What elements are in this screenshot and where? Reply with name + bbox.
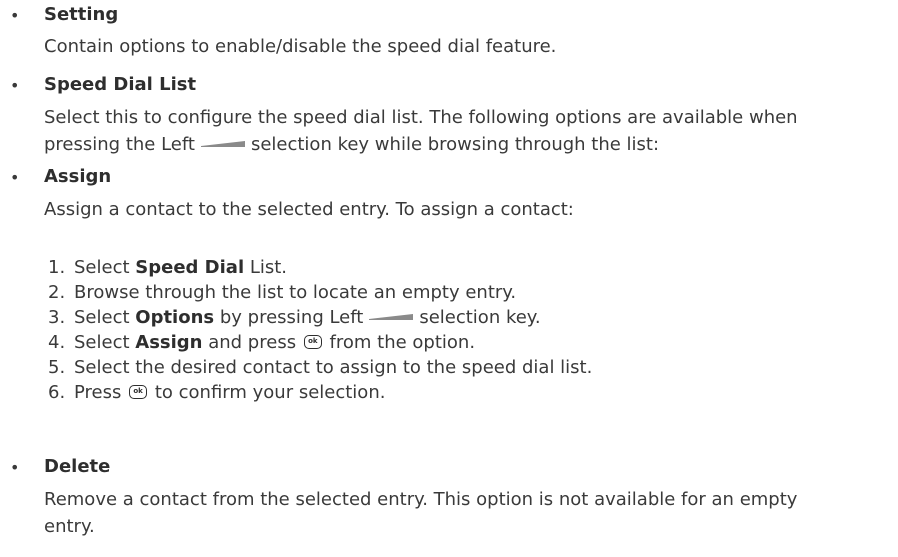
step-item: 4. Select Assign and press ok from the op… (48, 330, 475, 355)
para-speed-dial-list: Select this to configure the speed dial … (44, 104, 892, 158)
step-text: List. (244, 257, 288, 278)
step-item: 1. Select Speed Dial List. (48, 255, 287, 280)
step-bold: Options (135, 307, 215, 328)
heading-assign: Assign (44, 166, 112, 187)
step-text: Select the desired contact to assign to … (74, 357, 593, 378)
ok-key-label: ok (133, 387, 143, 395)
step-number: 5. (48, 357, 66, 378)
step-text: to confirm your selection. (154, 382, 386, 403)
bullet-assign: • (10, 168, 20, 187)
step-text: by pressing Left (214, 307, 364, 328)
step-item: 6. Press ok to confirm your selection. (48, 380, 385, 405)
step-text: from the option. (329, 332, 476, 353)
step-number: 4. (48, 332, 66, 353)
ok-key-label: ok (308, 337, 318, 345)
para-delete-line2: entry. (44, 516, 95, 537)
para-assign: Assign a contact to the selected entry. … (44, 196, 892, 223)
para-setting-text: Contain options to enable/disable the sp… (44, 36, 557, 57)
step-text: Press (74, 382, 122, 403)
left-selection-key-icon (200, 141, 245, 147)
manual-page: • Setting Contain options to enable/disa… (0, 0, 898, 557)
step-text: Select (74, 332, 136, 353)
step-text: Select (74, 307, 136, 328)
step-text: Select (74, 257, 136, 278)
left-selection-key-icon (369, 314, 414, 320)
para-assign-text: Assign a contact to the selected entry. … (44, 199, 574, 220)
heading-delete: Delete (44, 456, 111, 477)
para-speed-dial-list-line2: pressing the Left selection key while bro… (44, 134, 659, 155)
step-number: 6. (48, 382, 66, 403)
line2-after: selection key while browsing through the… (250, 134, 660, 155)
step-number: 2. (48, 282, 66, 303)
para-delete-line1: Remove a contact from the selected entry… (44, 489, 798, 510)
step-text: and press (202, 332, 297, 353)
step-item: 5. Select the desired contact to assign t… (48, 355, 592, 380)
ok-key-icon: ok (129, 385, 148, 399)
para-setting: Contain options to enable/disable the sp… (44, 33, 892, 60)
step-text: selection key. (419, 307, 541, 328)
step-text: Browse through the list to locate an emp… (74, 282, 517, 303)
bullet-setting: • (10, 6, 20, 25)
step-bold: Speed Dial (135, 257, 245, 278)
line2-before: pressing the Left (44, 134, 195, 155)
bullet-speed-dial-list: • (10, 76, 20, 95)
step-item: 2. Browse through the list to locate an e… (48, 280, 516, 305)
para-delete: Remove a contact from the selected entry… (44, 486, 892, 540)
step-bold: Assign (135, 332, 203, 353)
bullet-delete: • (10, 458, 20, 477)
heading-speed-dial-list: Speed Dial List (44, 74, 197, 95)
step-item: 3. Select Options by pressing Left selecti… (48, 305, 541, 330)
heading-setting: Setting (44, 4, 119, 25)
step-number: 3. (48, 307, 66, 328)
para-speed-dial-list-line1: Select this to configure the speed dial … (44, 107, 798, 128)
ok-key-icon: ok (303, 335, 322, 349)
step-number: 1. (48, 257, 66, 278)
